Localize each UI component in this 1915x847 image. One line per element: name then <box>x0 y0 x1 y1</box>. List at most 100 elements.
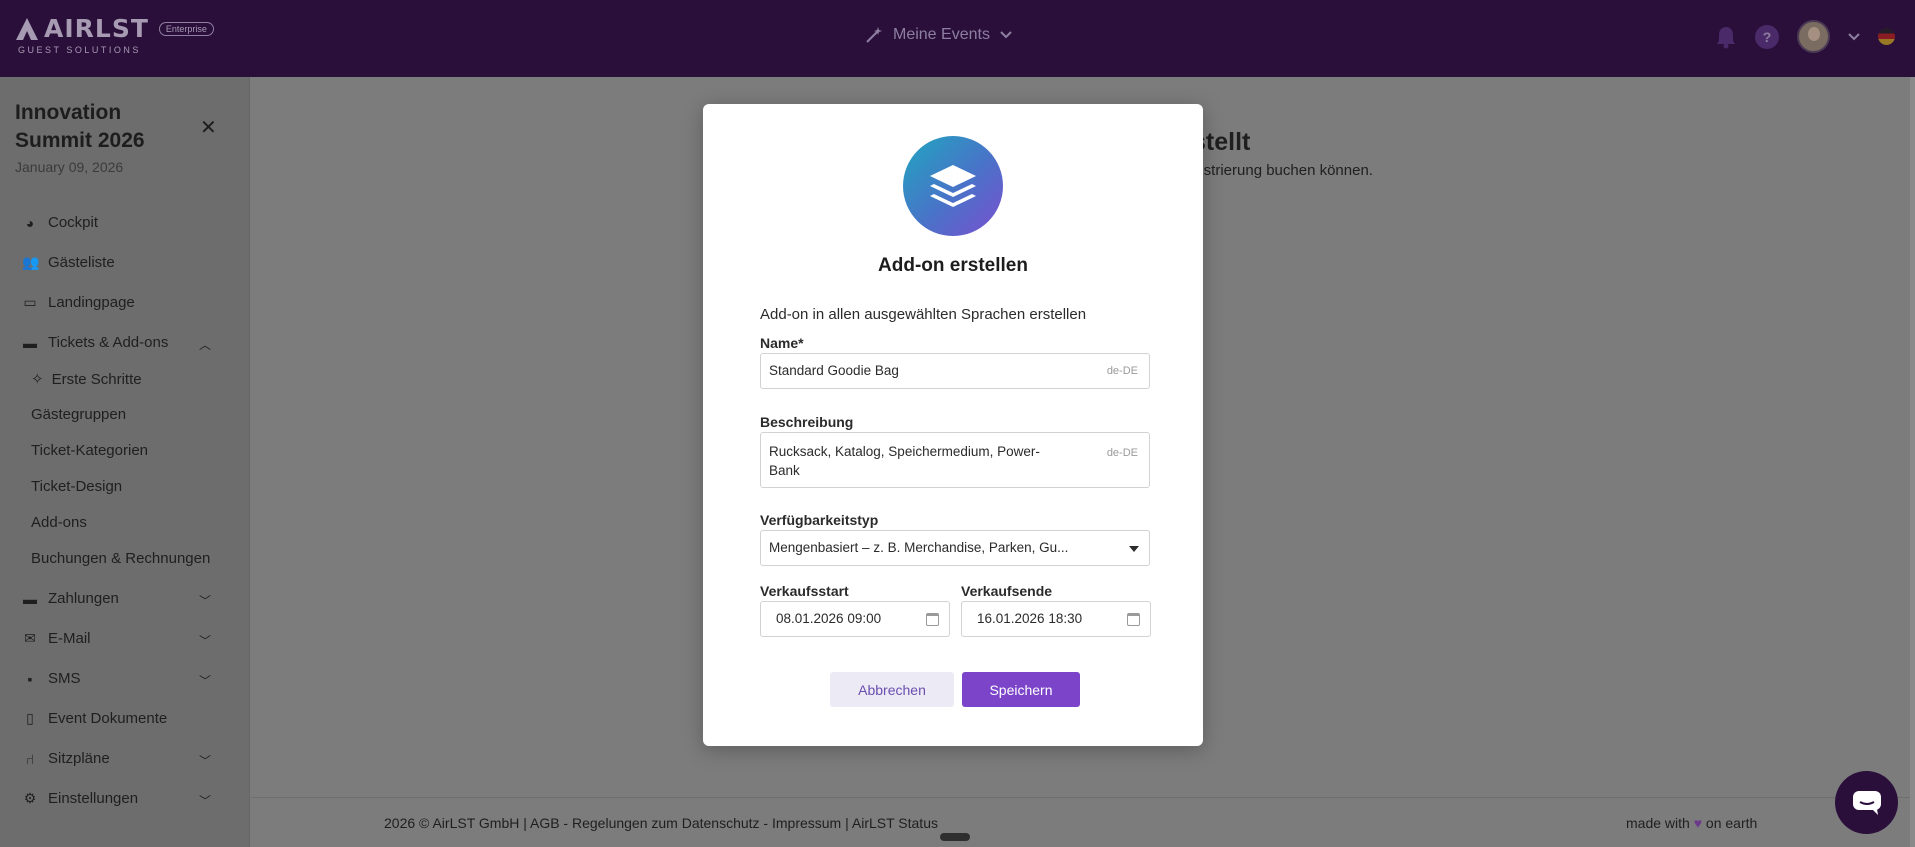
add-on-dialog: Add-on erstellen Add-on in allen ausgewä… <box>703 104 1203 746</box>
sidebar-item-tickets[interactable]: ▬ Tickets & Add-ons <box>22 334 168 351</box>
calendar-icon <box>926 613 939 626</box>
sale-end-value: 16.01.2026 18:30 <box>977 611 1083 626</box>
scrollbar[interactable] <box>1910 77 1915 847</box>
window-icon: ▭ <box>23 294 37 310</box>
bell-icon[interactable] <box>1715 25 1737 49</box>
chevron-down-icon[interactable]: ﹀ <box>199 672 211 689</box>
description-textarea[interactable]: Rucksack, Katalog, Speichermedium, Power… <box>760 432 1150 488</box>
sidebar-item-label: E-Mail <box>48 630 91 647</box>
sidebar-item-cockpit[interactable]: ◕ Cockpit <box>22 214 98 231</box>
sparkles-icon: ✧ <box>31 371 44 388</box>
sidebar-subitem-addons[interactable]: Add-ons <box>31 514 87 531</box>
cancel-button[interactable]: Abbrechen <box>830 672 954 707</box>
sidebar-subitem-label: Ticket-Kategorien <box>31 442 148 459</box>
sidebar-subitem-ticket-categories[interactable]: Ticket-Kategorien <box>31 442 148 459</box>
footer-made-with-text: made with <box>1626 815 1690 831</box>
seat-icon: ⑁ <box>25 750 35 767</box>
name-label: Name* <box>760 335 804 351</box>
gear-icon: ⚙ <box>23 790 37 806</box>
name-language-tag: de-DE <box>1106 365 1138 377</box>
sidebar-item-label: Cockpit <box>48 214 99 231</box>
chevron-down-icon <box>1000 31 1012 39</box>
chevron-down-icon[interactable]: ﹀ <box>199 592 211 609</box>
sale-end-input[interactable]: 16.01.2026 18:30 <box>961 601 1151 637</box>
event-title: Innovation Summit 2026 <box>15 101 145 152</box>
sale-start-input[interactable]: 08.01.2026 09:00 <box>760 601 950 637</box>
chevron-down-icon[interactable] <box>1848 32 1860 41</box>
credit-card-icon: ▬ <box>23 590 37 607</box>
sidebar-item-landingpage[interactable]: ▭ Landingpage <box>22 294 135 311</box>
events-menu-label: Meine Events <box>893 26 990 43</box>
avatar[interactable] <box>1797 20 1830 53</box>
footer-on-earth-text: on earth <box>1705 815 1758 831</box>
sale-end-label: Verkaufsende <box>961 583 1053 599</box>
save-button[interactable]: Speichern <box>962 672 1080 707</box>
footer-links[interactable]: 2026 © AirLST GmbH | AGB - Regelungen zu… <box>384 815 938 831</box>
sidebar-item-guestlist[interactable]: 👥 Gästeliste <box>22 254 115 271</box>
chevron-down-icon[interactable]: ﹀ <box>199 632 211 649</box>
availability-type-label: Verfügbarkeitstyp <box>760 512 879 528</box>
logo-mark-icon <box>16 17 38 40</box>
sidebar-item-settings[interactable]: ⚙ Einstellungen <box>22 790 138 807</box>
sidebar: Innovation Summit 2026 January 09, 2026 … <box>0 77 250 847</box>
dialog-title: Add-on erstellen <box>878 255 1028 276</box>
magic-wand-icon <box>866 27 882 43</box>
sale-start-label: Verkaufsstart <box>760 583 849 599</box>
description-language-tag: de-DE <box>1106 447 1138 459</box>
sidebar-item-label: Einstellungen <box>48 790 139 807</box>
layers-icon <box>903 136 1003 236</box>
close-icon[interactable]: ✕ <box>200 115 217 140</box>
chevron-up-icon[interactable]: ︿ <box>199 336 211 353</box>
sidebar-item-label: Zahlungen <box>48 590 119 607</box>
logo-subtitle: GUEST SOLUTIONS <box>18 45 141 55</box>
description-label: Beschreibung <box>760 414 854 430</box>
sidebar-item-email[interactable]: ✉ E-Mail <box>22 630 91 647</box>
mail-icon: ✉ <box>24 630 36 646</box>
sidebar-subitem-label: Erste Schritte <box>51 370 142 388</box>
chevron-down-icon[interactable]: ﹀ <box>199 792 211 809</box>
name-input[interactable]: Standard Goodie Bag de-DE <box>760 353 1150 389</box>
users-icon: 👥 <box>22 254 40 270</box>
sidebar-item-label: Event Dokumente <box>48 710 168 727</box>
sidebar-subitem-guest-groups[interactable]: Gästegruppen <box>31 406 126 423</box>
availability-type-value: Mengenbasiert – z. B. Merchandise, Parke… <box>769 540 1069 555</box>
sidebar-subitem-first-steps[interactable]: ✧ Erste Schritte <box>31 370 142 389</box>
chart-pie-icon: ◕ <box>25 214 35 231</box>
sidebar-subitem-ticket-design[interactable]: Ticket-Design <box>31 478 122 495</box>
chat-bubble-icon <box>1852 790 1881 815</box>
document-icon: ▯ <box>26 710 34 726</box>
scroll-handle[interactable] <box>940 833 970 841</box>
chevron-down-icon[interactable]: ﹀ <box>199 752 211 769</box>
caret-down-icon <box>1129 546 1139 552</box>
dialog-subtitle: Add-on in allen ausgewählten Sprachen er… <box>760 306 1087 323</box>
sidebar-subitem-bookings[interactable]: Buchungen & Rechnungen <box>31 550 210 567</box>
sale-start-value: 08.01.2026 09:00 <box>776 611 882 626</box>
sidebar-item-label: Gästeliste <box>48 254 115 271</box>
message-icon: ▪ <box>27 670 33 687</box>
sidebar-subitem-label: Gästegruppen <box>31 406 127 423</box>
sidebar-item-seating[interactable]: ⑁ Sitzpläne <box>22 750 110 767</box>
sidebar-subitem-label: Add-ons <box>31 514 87 531</box>
sidebar-subitem-label: Ticket-Design <box>31 478 123 495</box>
description-value: Rucksack, Katalog, Speichermedium, Power… <box>769 444 1040 478</box>
ticket-icon: ▬ <box>23 334 37 351</box>
logo-text: AIRLST <box>44 14 149 43</box>
events-menu-button[interactable]: Meine Events <box>865 26 1012 44</box>
footer: 2026 © AirLST GmbH | AGB - Regelungen zu… <box>251 797 1915 847</box>
chat-button[interactable] <box>1835 771 1898 834</box>
event-date: January 09, 2026 <box>15 159 124 175</box>
airlst-logo[interactable]: AIRLST Enterprise GUEST SOLUTIONS <box>14 14 214 55</box>
top-bar: AIRLST Enterprise GUEST SOLUTIONS Meine … <box>0 0 1915 77</box>
sidebar-item-label: SMS <box>48 670 81 687</box>
sidebar-item-documents[interactable]: ▯ Event Dokumente <box>22 710 167 727</box>
sidebar-item-label: Sitzpläne <box>48 750 110 767</box>
german-flag-icon[interactable] <box>1878 28 1895 45</box>
sidebar-subitem-label: Buchungen & Rechnungen <box>31 550 211 567</box>
availability-type-select[interactable]: Mengenbasiert – z. B. Merchandise, Parke… <box>760 530 1150 566</box>
page-description: gistrierung buchen können. <box>1192 162 1373 179</box>
sidebar-item-payments[interactable]: ▬ Zahlungen <box>22 590 119 607</box>
sidebar-item-label: Landingpage <box>48 294 135 311</box>
help-button[interactable]: ? <box>1755 24 1779 49</box>
calendar-icon <box>1127 613 1140 626</box>
sidebar-item-sms[interactable]: ▪ SMS <box>22 670 81 687</box>
